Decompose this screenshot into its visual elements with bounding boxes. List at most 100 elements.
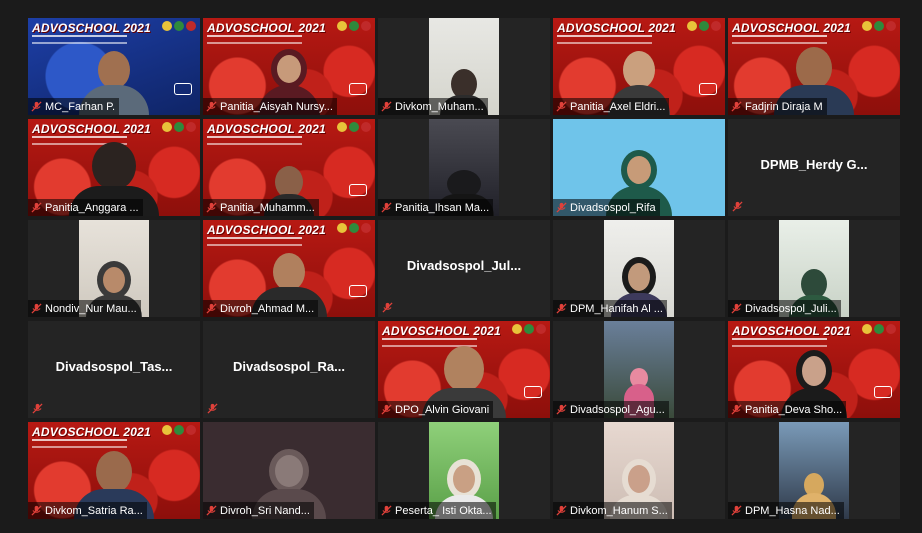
participant-name: Panitia_Axel Eldri...: [570, 100, 666, 113]
mic-muted-icon: [731, 404, 742, 415]
participant-tile[interactable]: Panitia_Ihsan Ma...: [378, 119, 550, 216]
participant-tile[interactable]: Nondiv_Nur Mau...: [28, 220, 200, 317]
participant-name: Divroh_Ahmad M...: [220, 302, 315, 315]
participant-tile[interactable]: Divadsospol_Juli...: [728, 220, 900, 317]
mic-muted-icon: [381, 101, 392, 112]
mic-muted-icon: [381, 505, 392, 516]
banner-title: ADVOSCHOOL 2021: [207, 122, 326, 136]
participant-name: Divkom_Muham...: [395, 100, 484, 113]
mic-muted-icon: [556, 505, 567, 516]
participant-tile-video-off[interactable]: Divadsospol_Tas...: [28, 321, 200, 418]
banner-logos: [162, 21, 196, 31]
banner-logos: [337, 21, 371, 31]
participant-name: Panitia_Ihsan Ma...: [395, 201, 490, 214]
name-label: Divkom_Hanum S...: [553, 502, 672, 519]
banner-title: ADVOSCHOOL 2021: [32, 21, 151, 35]
reaction-icon: [699, 83, 717, 95]
name-label: Panitia_Aisyah Nursy...: [203, 98, 337, 115]
participant-tile[interactable]: ADVOSCHOOL 2021 Panitia_Anggara ...: [28, 119, 200, 216]
mic-muted-icon: [206, 101, 217, 112]
name-label: Panitia_Deva Sho...: [728, 401, 847, 418]
name-label: DPM_Hanifah Al ...: [553, 300, 667, 317]
reaction-icon: [524, 386, 542, 398]
mic-muted-icon: [32, 403, 43, 414]
reaction-icon: [349, 83, 367, 95]
participant-name: DPO_Alvin Giovani: [395, 403, 490, 416]
banner-logos: [337, 223, 371, 233]
name-label: Divkom_Muham...: [378, 98, 488, 115]
name-label: Fadjrin Diraja M: [728, 98, 827, 115]
banner-logos: [687, 21, 721, 31]
mic-muted-icon: [206, 505, 217, 516]
mic-muted-icon: [206, 303, 217, 314]
name-label: MC_Farhan P.: [28, 98, 120, 115]
name-label: Nondiv_Nur Mau...: [28, 300, 141, 317]
banner-title: ADVOSCHOOL 2021: [207, 21, 326, 35]
participant-name: Panitia_Anggara ...: [45, 201, 139, 214]
participant-name: Divadsospol_Rifa: [570, 201, 656, 214]
participant-tile[interactable]: ADVOSCHOOL 2021 Panitia_Axel Eldri...: [553, 18, 725, 115]
participant-tile-video-off[interactable]: DPMB_Herdy G...: [728, 119, 900, 216]
participant-name: DPM_Hasna Nad...: [745, 504, 840, 517]
mic-muted-icon: [31, 101, 42, 112]
name-label: Peserta_ Isti Okta...: [378, 502, 496, 519]
participant-tile[interactable]: Divkom_Hanum S...: [553, 422, 725, 519]
name-label: Panitia_Ihsan Ma...: [378, 199, 494, 216]
mic-muted-icon: [206, 202, 217, 213]
participant-tile-video-off[interactable]: Divadsospol_Jul...: [378, 220, 550, 317]
participant-name: Peserta_ Isti Okta...: [395, 504, 492, 517]
name-label: DPM_Hasna Nad...: [728, 502, 844, 519]
participant-name: MC_Farhan P.: [45, 100, 116, 113]
participant-tile[interactable]: ADVOSCHOOL 2021 MC_Farhan P.: [28, 18, 200, 115]
participant-tile[interactable]: ADVOSCHOOL 2021 Panitia_Muhamm...: [203, 119, 375, 216]
name-label: Divadsospol_Juli...: [728, 300, 841, 317]
name-label: DPO_Alvin Giovani: [378, 401, 494, 418]
participant-name: Nondiv_Nur Mau...: [45, 302, 137, 315]
participant-name: DPM_Hanifah Al ...: [570, 302, 663, 315]
participant-tile[interactable]: Divkom_Muham...: [378, 18, 550, 115]
mic-muted-icon: [381, 404, 392, 415]
banner-title: ADVOSCHOOL 2021: [207, 223, 326, 237]
participant-tile[interactable]: Divadsospol_Rifa: [553, 119, 725, 216]
participant-name-centered: DPMB_Herdy G...: [760, 157, 868, 172]
participant-name-centered: Divadsospol_Tas...: [55, 359, 173, 374]
participant-tile[interactable]: DPM_Hanifah Al ...: [553, 220, 725, 317]
participant-tile[interactable]: Divroh_Sri Nand...: [203, 422, 375, 519]
participant-name: Divroh_Sri Nand...: [220, 504, 310, 517]
participant-tile[interactable]: ADVOSCHOOL 2021 Divkom_Satria Ra...: [28, 422, 200, 519]
reaction-icon: [349, 184, 367, 196]
banner-subtitle-lines: [32, 35, 127, 44]
participant-name: Panitia_Deva Sho...: [745, 403, 843, 416]
participant-tile-active-speaker[interactable]: ADVOSCHOOL 2021 Panitia_Aisyah Nursy...: [203, 18, 375, 115]
banner-title: ADVOSCHOOL 2021: [732, 21, 851, 35]
banner-subtitle-lines: [207, 35, 302, 44]
banner-title: ADVOSCHOOL 2021: [732, 324, 851, 338]
banner-subtitle-lines: [207, 136, 302, 145]
name-label: Divroh_Ahmad M...: [203, 300, 319, 317]
mic-muted-icon: [556, 101, 567, 112]
participant-tile[interactable]: Divadsospol_Agu...: [553, 321, 725, 418]
name-label: Divkom_Satria Ra...: [28, 502, 147, 519]
participant-name: Panitia_Aisyah Nursy...: [220, 100, 333, 113]
mic-muted-icon: [556, 303, 567, 314]
mic-muted-icon: [381, 202, 392, 213]
participant-tile[interactable]: ADVOSCHOOL 2021 Fadjrin Diraja M: [728, 18, 900, 115]
participant-name: Fadjrin Diraja M: [745, 100, 823, 113]
reaction-icon: [349, 285, 367, 297]
banner-logos: [337, 122, 371, 132]
video-grid: ADVOSCHOOL 2021 MC_Farhan P. ADVOSCHOOL …: [28, 18, 900, 521]
participant-name: Divkom_Satria Ra...: [45, 504, 143, 517]
participant-tile[interactable]: ADVOSCHOOL 2021 DPO_Alvin Giovani: [378, 321, 550, 418]
participant-name-centered: Divadsospol_Ra...: [233, 359, 345, 374]
participant-tile[interactable]: DPM_Hasna Nad...: [728, 422, 900, 519]
participant-tile-video-off[interactable]: Divadsospol_Ra...: [203, 321, 375, 418]
name-label: Divroh_Sri Nand...: [203, 502, 314, 519]
banner-subtitle-lines: [207, 237, 302, 246]
participant-tile[interactable]: Peserta_ Isti Okta...: [378, 422, 550, 519]
participant-tile[interactable]: ADVOSCHOOL 2021 Panitia_Deva Sho...: [728, 321, 900, 418]
participant-tile[interactable]: ADVOSCHOOL 2021 Divroh_Ahmad M...: [203, 220, 375, 317]
banner-logos: [862, 21, 896, 31]
banner-logos: [862, 324, 896, 334]
banner-title: ADVOSCHOOL 2021: [32, 425, 151, 439]
banner-title: ADVOSCHOOL 2021: [382, 324, 501, 338]
